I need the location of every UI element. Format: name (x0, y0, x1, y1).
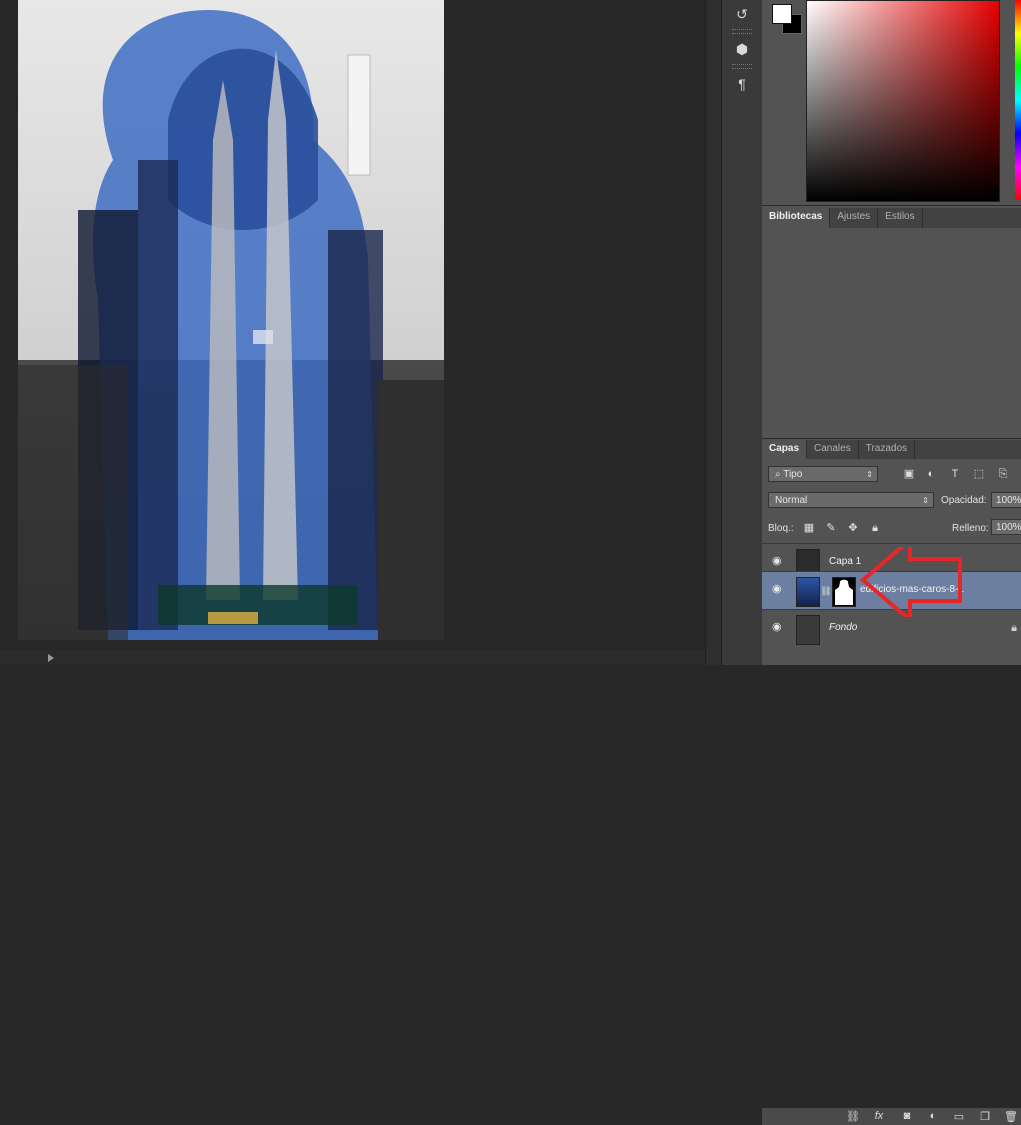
tab-canales[interactable]: Canales (807, 440, 859, 460)
filter-kind-select[interactable]: ⌕ Tipo ⇕ (768, 466, 878, 482)
chain-link-icon[interactable]: ⛓ (819, 584, 833, 598)
hue-slider[interactable] (1015, 0, 1021, 200)
tab-ajustes[interactable]: Ajustes (830, 208, 879, 228)
tab-capas[interactable]: Capas (762, 440, 808, 460)
filter-shape-icon[interactable]: ⬚ (972, 467, 986, 481)
visibility-eye-icon[interactable]: ◉ (772, 622, 786, 633)
lock-all-icon[interactable]: 🔒︎ (868, 521, 882, 535)
layer-thumbnail (796, 615, 820, 645)
filter-pixel-icon[interactable]: ▣ (902, 467, 916, 481)
lock-position-icon[interactable]: ✥ (846, 521, 860, 535)
tab-estilos[interactable]: Estilos (878, 208, 923, 228)
layers-bottom-toolbar: ⛓ fx ◙ ◐ ▭ ❐ 🗑︎ (762, 1107, 1021, 1125)
right-panel: Bibliotecas Ajustes Estilos Capas Canale… (762, 0, 1021, 1125)
layer-mask-thumbnail[interactable] (832, 577, 856, 607)
new-group-icon[interactable]: ▭ (952, 1110, 966, 1123)
layer-name: Fondo (829, 622, 858, 633)
fx-icon[interactable]: fx (872, 1110, 886, 1123)
layer-filter-row: ⌕ Tipo ⇕ ▣ ◐ T ⬚ ⎘ (762, 462, 1021, 486)
color-picker-panel (762, 0, 1021, 206)
tab-bibliotecas[interactable]: Bibliotecas (762, 208, 831, 228)
opacity-label: Opacidad: (941, 495, 987, 506)
fill-input[interactable]: 100% (991, 519, 1021, 535)
lock-label: Bloq.: (768, 523, 794, 534)
select-arrows-icon: ⇕ (922, 496, 929, 505)
filter-adjustment-icon[interactable]: ◐ (924, 467, 938, 481)
filter-smart-object-icon[interactable]: ⎘ (996, 467, 1010, 481)
vertical-scrollbar[interactable] (705, 0, 721, 665)
layers-tabbar: Capas Canales Trazados (762, 440, 1021, 461)
link-layers-icon[interactable]: ⛓ (846, 1110, 860, 1123)
dock-grip[interactable] (732, 29, 752, 34)
layer-name: Capa 1 (829, 556, 862, 567)
adjustment-layer-icon[interactable]: ◐ (926, 1110, 940, 1123)
canvas-area[interactable] (0, 0, 705, 665)
paragraph-style-icon[interactable]: ¶ (730, 73, 754, 95)
document-image[interactable] (18, 0, 444, 640)
tab-trazados[interactable]: Trazados (859, 440, 916, 460)
trash-icon[interactable]: 🗑︎ (1004, 1110, 1018, 1123)
search-icon: ⌕ (775, 469, 784, 480)
lock-image-pixels-icon[interactable]: ✎ (824, 521, 838, 535)
visibility-eye-icon[interactable]: ◉ (772, 584, 786, 595)
panel-dock-strip: ↺ ⬢ ¶ (721, 0, 763, 665)
filter-type-icon[interactable]: T (948, 467, 962, 481)
select-arrows-icon: ⇕ (866, 470, 873, 479)
double-exposure-artwork (18, 10, 444, 640)
new-layer-icon[interactable]: ❐ (978, 1110, 992, 1123)
dock-grip[interactable] (732, 64, 752, 69)
libraries-panel-body (762, 228, 1021, 439)
visibility-eye-icon[interactable]: ◉ (772, 556, 786, 567)
add-mask-icon[interactable]: ◙ (900, 1110, 914, 1123)
blend-mode-select[interactable]: Normal ⇕ (768, 492, 934, 508)
layer-lock-icon: 🔒︎ (1011, 622, 1017, 634)
foreground-color-swatch[interactable] (772, 4, 792, 24)
opacity-input[interactable]: 100% (991, 492, 1021, 508)
3d-cube-icon[interactable]: ⬢ (730, 38, 754, 60)
lock-row: Bloq.: ▦ ✎ ✥ 🔒︎ Relleno: 100% (762, 517, 1021, 541)
horizontal-scrollbar[interactable] (0, 650, 705, 665)
color-spectrum-field[interactable] (806, 0, 1000, 202)
red-arrow-annotation-icon (859, 547, 962, 617)
scroll-right-arrow-icon[interactable] (48, 654, 54, 662)
history-icon[interactable]: ↺ (730, 3, 754, 25)
lock-transparent-icon[interactable]: ▦ (802, 521, 816, 535)
layer-thumbnail (796, 577, 820, 607)
fill-label: Relleno: (952, 523, 989, 534)
libraries-tabbar: Bibliotecas Ajustes Estilos (762, 208, 1021, 229)
blend-row: Normal ⇕ Opacidad: 100% (762, 490, 1021, 514)
mask-silhouette (835, 579, 853, 605)
layers-panel: ⌕ Tipo ⇕ ▣ ◐ T ⬚ ⎘ Normal ⇕ Opacidad: 10… (762, 459, 1021, 1125)
